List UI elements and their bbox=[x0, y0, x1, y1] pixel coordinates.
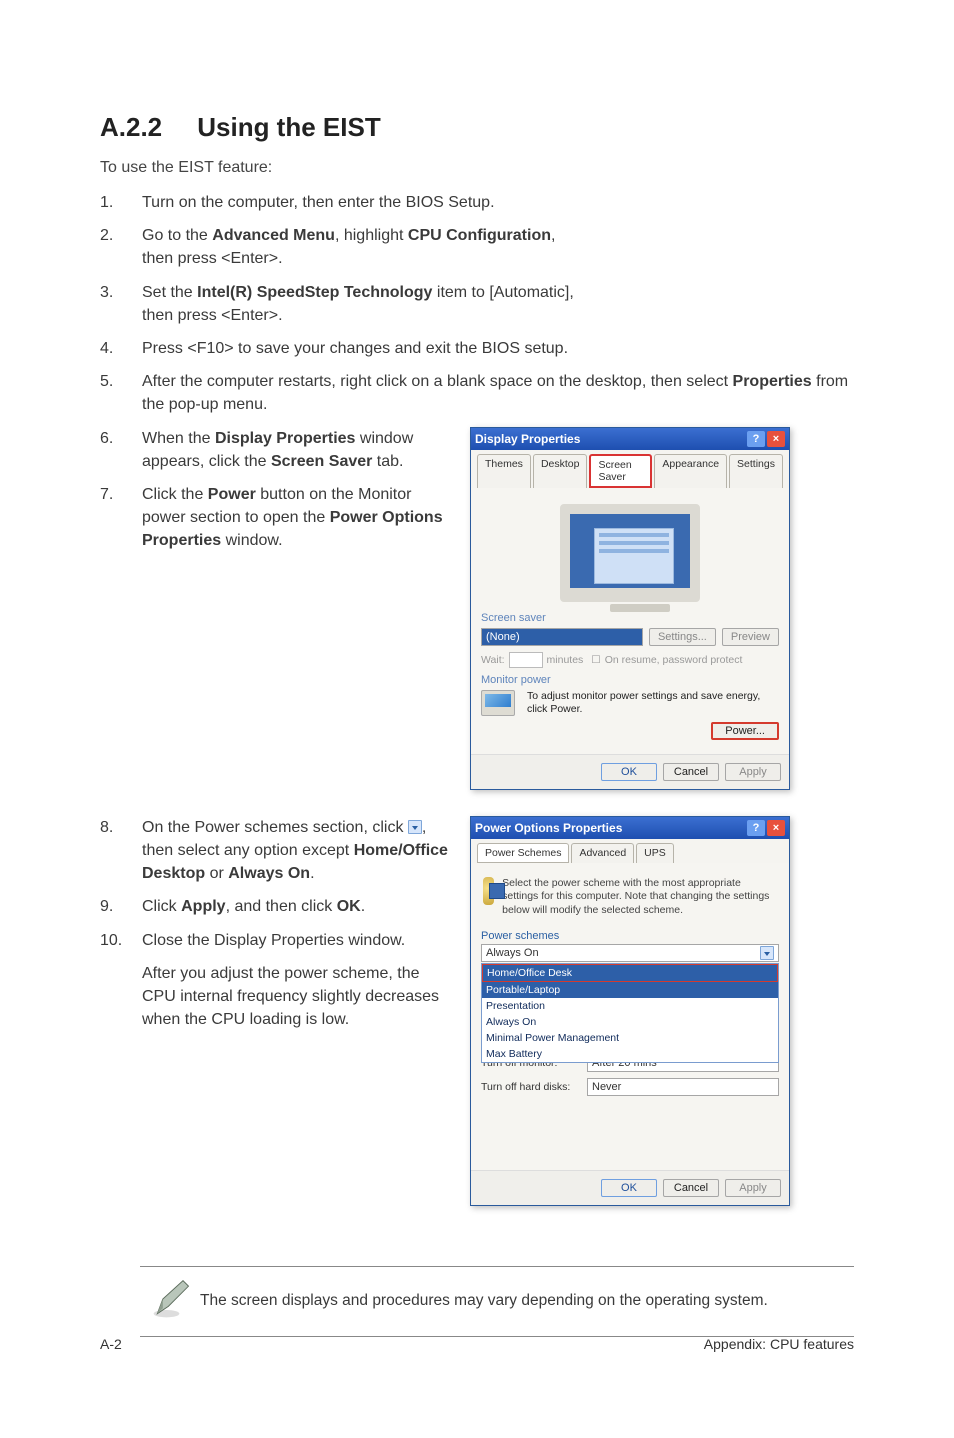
steps-list: Turn on the computer, then enter the BIO… bbox=[100, 191, 854, 417]
step-6: When the Display Properties window appea… bbox=[142, 427, 450, 473]
titlebar: Display Properties ? × bbox=[471, 428, 789, 450]
power-options-window: Power Options Properties ? × Power Schem… bbox=[470, 816, 790, 1206]
tab-advanced[interactable]: Advanced bbox=[571, 843, 634, 863]
option-minimal[interactable]: Minimal Power Management bbox=[482, 1030, 778, 1046]
section-title: Using the EIST bbox=[197, 112, 380, 142]
step-3: Set the Intel(R) SpeedStep Technology it… bbox=[142, 281, 854, 327]
dialog-buttons: OK Cancel Apply bbox=[471, 1170, 789, 1205]
two-column-section-1: 6. When the Display Properties window ap… bbox=[100, 427, 854, 812]
chevron-down-icon bbox=[760, 946, 774, 960]
step-7: Click the Power button on the Monitor po… bbox=[142, 483, 450, 553]
tab-row: Themes Desktop Screen Saver Appearance S… bbox=[471, 450, 789, 488]
cancel-button[interactable]: Cancel bbox=[663, 763, 719, 781]
footer-left: A-2 bbox=[100, 1336, 122, 1352]
tab-screen-saver[interactable]: Screen Saver bbox=[589, 454, 652, 488]
dialog-buttons: OK Cancel Apply bbox=[471, 754, 789, 789]
footer-right: Appendix: CPU features bbox=[704, 1336, 854, 1352]
option-presentation[interactable]: Presentation bbox=[482, 998, 778, 1014]
power-button[interactable]: Power... bbox=[711, 722, 779, 740]
power-icon bbox=[483, 877, 494, 905]
option-max-battery[interactable]: Max Battery bbox=[482, 1046, 778, 1062]
step-8: On the Power schemes section, click , th… bbox=[142, 816, 450, 886]
step-10-followup: After you adjust the power scheme, the C… bbox=[142, 962, 450, 1032]
note-block: The screen displays and procedures may v… bbox=[140, 1266, 854, 1337]
ok-button[interactable]: OK bbox=[601, 763, 657, 781]
page-footer: A-2 Appendix: CPU features bbox=[100, 1336, 854, 1352]
monitor-power-label: Monitor power bbox=[481, 674, 779, 686]
window-body: Select the power scheme with the most ap… bbox=[471, 863, 789, 1170]
step-1: Turn on the computer, then enter the BIO… bbox=[142, 191, 854, 214]
monitor-icon bbox=[481, 690, 515, 716]
tab-desktop[interactable]: Desktop bbox=[533, 454, 588, 488]
tab-settings[interactable]: Settings bbox=[729, 454, 783, 488]
wait-row: Wait: minutes ☐ On resume, password prot… bbox=[481, 652, 779, 668]
titlebar: Power Options Properties ? × bbox=[471, 817, 789, 839]
tab-themes[interactable]: Themes bbox=[477, 454, 531, 488]
display-properties-window: Display Properties ? × Themes Desktop Sc… bbox=[470, 427, 790, 790]
monitor-power-text: To adjust monitor power settings and sav… bbox=[527, 690, 779, 716]
close-button[interactable]: × bbox=[767, 820, 785, 836]
window-title: Display Properties bbox=[475, 432, 745, 446]
scheme-dropdown-list: Home/Office Desk Portable/Laptop Present… bbox=[481, 963, 779, 1063]
steps-6-7: 6. When the Display Properties window ap… bbox=[100, 427, 450, 553]
step-9: Click Apply, and then click OK. bbox=[142, 895, 450, 918]
pencil-icon bbox=[150, 1277, 200, 1326]
window-title: Power Options Properties bbox=[475, 821, 745, 835]
step-2: Go to the Advanced Menu, highlight CPU C… bbox=[142, 224, 854, 270]
step-4: Press <F10> to save your changes and exi… bbox=[142, 337, 854, 360]
ok-button[interactable]: OK bbox=[601, 1179, 657, 1197]
power-desc: Select the power scheme with the most ap… bbox=[481, 873, 779, 926]
document-page: A.2.2 Using the EIST To use the EIST fea… bbox=[0, 0, 954, 1438]
tab-ups[interactable]: UPS bbox=[636, 843, 674, 863]
help-button[interactable]: ? bbox=[747, 820, 765, 836]
window-body: Screen saver (None) Settings... Preview … bbox=[471, 488, 789, 754]
note-text: The screen displays and procedures may v… bbox=[200, 1290, 768, 1312]
chevron-down-icon bbox=[408, 820, 422, 834]
option-always-on[interactable]: Always On bbox=[482, 1014, 778, 1030]
section-heading: A.2.2 Using the EIST bbox=[100, 112, 854, 143]
step-5: After the computer restarts, right click… bbox=[142, 370, 854, 416]
selected-scheme: Always On bbox=[486, 947, 539, 959]
turn-off-hd-select[interactable]: Never bbox=[587, 1078, 779, 1096]
preview-monitor bbox=[560, 504, 700, 602]
power-schemes-label: Power schemes bbox=[481, 930, 779, 942]
turn-off-hd-label: Turn off hard disks: bbox=[481, 1081, 581, 1093]
two-column-section-2: 8. On the Power schemes section, click ,… bbox=[100, 816, 854, 1228]
option-portable[interactable]: Portable/Laptop bbox=[482, 982, 778, 998]
apply-button[interactable]: Apply bbox=[725, 763, 781, 781]
tab-power-schemes[interactable]: Power Schemes bbox=[477, 843, 569, 863]
preview-button[interactable]: Preview bbox=[722, 628, 779, 646]
screensaver-select[interactable]: (None) bbox=[481, 628, 643, 646]
close-button[interactable]: × bbox=[767, 431, 785, 447]
intro-text: To use the EIST feature: bbox=[100, 159, 854, 177]
help-button[interactable]: ? bbox=[747, 431, 765, 447]
screensaver-group-label: Screen saver bbox=[481, 612, 779, 624]
tab-row: Power Schemes Advanced UPS bbox=[471, 839, 789, 863]
apply-button[interactable]: Apply bbox=[725, 1179, 781, 1197]
cancel-button[interactable]: Cancel bbox=[663, 1179, 719, 1197]
wait-spinner[interactable] bbox=[509, 652, 543, 668]
tab-appearance[interactable]: Appearance bbox=[654, 454, 727, 488]
preview-inner bbox=[594, 528, 674, 584]
settings-button[interactable]: Settings... bbox=[649, 628, 716, 646]
steps-8-10: 8. On the Power schemes section, click ,… bbox=[100, 816, 450, 1032]
section-number: A.2.2 bbox=[100, 112, 190, 143]
power-scheme-select[interactable]: Always On Home/Office Desk Portable/Lapt… bbox=[481, 944, 779, 962]
step-10: Close the Display Properties window. bbox=[142, 929, 450, 952]
option-home-office[interactable]: Home/Office Desk bbox=[482, 964, 778, 982]
